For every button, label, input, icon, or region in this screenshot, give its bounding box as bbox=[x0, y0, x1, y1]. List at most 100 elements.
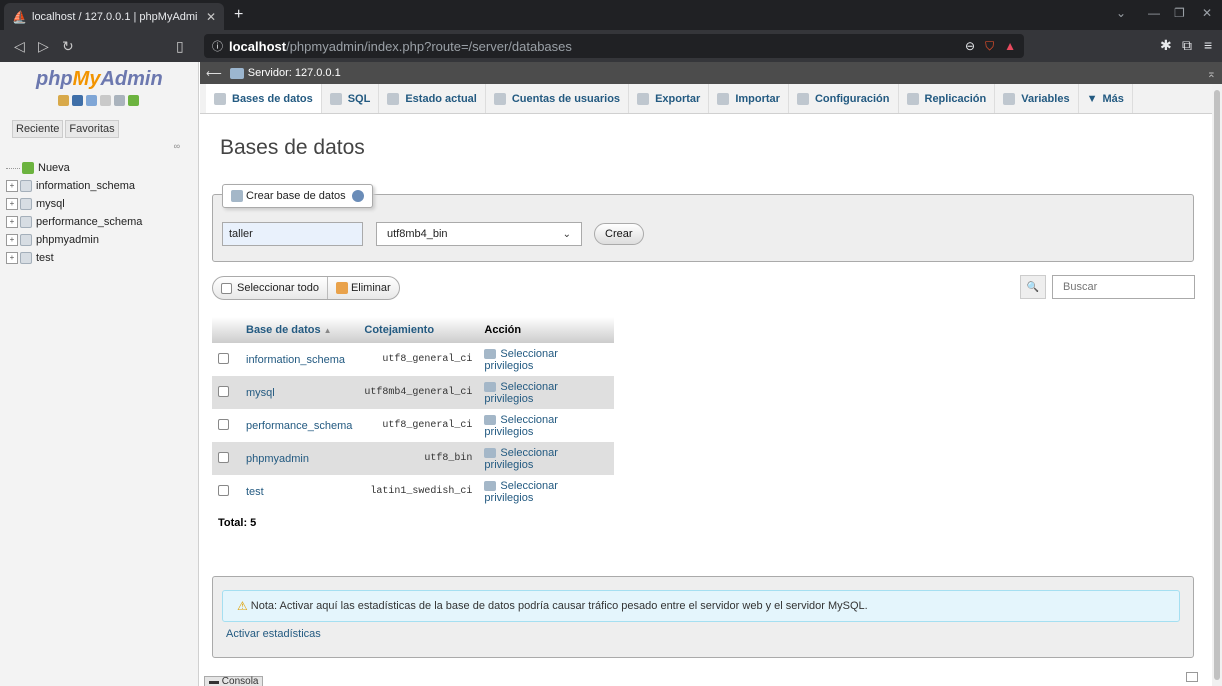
export-icon bbox=[637, 92, 650, 105]
row-checkbox[interactable] bbox=[218, 451, 229, 463]
create-button[interactable]: Crear bbox=[594, 223, 644, 245]
tab-search-chevron-icon[interactable]: ⌄ bbox=[1116, 6, 1126, 20]
reload-nav-icon[interactable] bbox=[128, 95, 139, 106]
tree-item-information-schema[interactable]: + information_schema bbox=[6, 177, 142, 195]
tab-more[interactable]: ▼ Más bbox=[1079, 84, 1133, 113]
expand-icon[interactable]: + bbox=[6, 198, 18, 210]
tab-sql[interactable]: SQL bbox=[322, 84, 380, 113]
database-icon bbox=[20, 234, 32, 246]
console-toggle[interactable]: ▬ Consola bbox=[204, 676, 264, 686]
expand-icon[interactable]: + bbox=[6, 252, 18, 264]
database-link[interactable]: information_schema bbox=[240, 343, 359, 376]
new-db-icon bbox=[22, 162, 34, 174]
row-checkbox[interactable] bbox=[218, 418, 229, 430]
wrench-icon bbox=[796, 92, 809, 105]
tab-recent[interactable]: Reciente bbox=[12, 120, 64, 138]
tab-settings[interactable]: Configuración bbox=[789, 84, 899, 113]
column-header-database[interactable]: Base de datos ▲ bbox=[240, 317, 359, 343]
collapse-menu-icon[interactable]: ⌅ bbox=[1207, 67, 1216, 80]
column-header-collation[interactable]: Cotejamiento bbox=[358, 317, 479, 343]
row-checkbox[interactable] bbox=[218, 352, 229, 364]
maximize-icon[interactable]: ❐ bbox=[1174, 6, 1185, 20]
server-icon bbox=[229, 67, 244, 79]
databases-table: Base de datos ▲ Cotejamiento Acción info… bbox=[212, 317, 614, 538]
tab-user-accounts[interactable]: Cuentas de usuarios bbox=[486, 84, 630, 113]
expand-icon[interactable]: + bbox=[6, 234, 18, 246]
forward-icon[interactable]: ▷ bbox=[38, 38, 49, 55]
database-link[interactable]: phpmyadmin bbox=[240, 442, 359, 475]
row-checkbox[interactable] bbox=[218, 385, 229, 397]
checkbox[interactable] bbox=[221, 282, 232, 294]
tree-item-new[interactable]: Nueva bbox=[6, 159, 142, 177]
collapse-nav-icon[interactable]: ⟵ bbox=[206, 67, 222, 80]
close-tab-icon[interactable]: ✕ bbox=[206, 10, 216, 24]
database-link[interactable]: test bbox=[240, 475, 359, 508]
notice-message: ⚠ Nota: Activar aquí las estadísticas de… bbox=[222, 590, 1180, 622]
home-icon[interactable] bbox=[58, 95, 69, 106]
tree-item-phpmyadmin[interactable]: + phpmyadmin bbox=[6, 231, 142, 249]
help-icon[interactable] bbox=[86, 95, 97, 106]
bookmark-icon[interactable]: ▯ bbox=[176, 38, 184, 55]
server-link[interactable]: Servidor: 127.0.0.1 bbox=[248, 67, 341, 79]
delete-button[interactable]: Eliminar bbox=[328, 277, 399, 299]
link-icon[interactable]: ∞ bbox=[174, 141, 180, 151]
tree-item-performance-schema[interactable]: + performance_schema bbox=[6, 213, 142, 231]
table-row: information_schema utf8_general_ci Selec… bbox=[212, 343, 614, 376]
breadcrumb: ⟵ Servidor: 127.0.0.1 ⌅ bbox=[200, 62, 1222, 84]
collation-value: utf8_general_ci bbox=[358, 343, 479, 376]
brave-shields-icon[interactable]: ⛉ bbox=[985, 39, 994, 54]
menu-icon[interactable]: ≡ bbox=[1204, 37, 1212, 53]
enable-statistics-link[interactable]: Activar estadísticas bbox=[226, 628, 321, 640]
privileges-icon bbox=[484, 414, 497, 425]
table-row: mysql utf8mb4_general_ci Seleccionar pri… bbox=[212, 376, 614, 409]
search-input[interactable] bbox=[1052, 275, 1195, 299]
sidebar-toggle-icon[interactable]: ⧉ bbox=[1182, 37, 1192, 54]
database-name-input[interactable] bbox=[222, 222, 363, 246]
extensions-icon[interactable]: ✱ bbox=[1160, 37, 1172, 54]
docs-icon[interactable] bbox=[100, 95, 111, 106]
tab-replication[interactable]: Replicación bbox=[899, 84, 996, 113]
url-path: /phpmyadmin/index.php?route=/server/data… bbox=[286, 38, 572, 54]
zoom-icon[interactable]: ⊖ bbox=[965, 39, 975, 54]
tab-export[interactable]: Exportar bbox=[629, 84, 710, 113]
page-scrollbar[interactable] bbox=[1212, 84, 1222, 686]
tree-item-mysql[interactable]: + mysql bbox=[6, 195, 142, 213]
select-privileges-link[interactable]: Seleccionar privilegios bbox=[478, 409, 614, 442]
expand-icon[interactable]: + bbox=[6, 180, 18, 192]
select-privileges-link[interactable]: Seleccionar privilegios bbox=[478, 376, 614, 409]
console-options-icon[interactable] bbox=[1186, 672, 1198, 682]
close-window-icon[interactable]: ✕ bbox=[1202, 6, 1212, 20]
minimize-icon[interactable]: — bbox=[1148, 6, 1160, 20]
database-icon bbox=[20, 180, 32, 192]
brave-rewards-icon[interactable]: ▲ bbox=[1004, 39, 1016, 54]
select-privileges-link[interactable]: Seleccionar privilegios bbox=[478, 475, 614, 508]
help-icon[interactable] bbox=[351, 190, 364, 202]
select-privileges-link[interactable]: Seleccionar privilegios bbox=[478, 442, 614, 475]
tab-databases[interactable]: Bases de datos bbox=[206, 84, 322, 113]
info-icon[interactable]: ⓘ bbox=[212, 38, 223, 54]
tab-variables[interactable]: Variables bbox=[995, 84, 1079, 113]
url-input[interactable]: ⓘ localhost /phpmyadmin/index.php?route=… bbox=[204, 34, 1024, 58]
collation-value: utf8_general_ci bbox=[358, 409, 479, 442]
database-link[interactable]: performance_schema bbox=[240, 409, 359, 442]
tree-item-test[interactable]: + test bbox=[6, 249, 142, 267]
expand-icon[interactable]: + bbox=[6, 216, 18, 228]
browser-tab[interactable]: ⛵ localhost / 127.0.0.1 | phpMyAdmi ✕ bbox=[4, 3, 224, 30]
new-tab-icon[interactable]: + bbox=[234, 6, 243, 24]
reload-icon[interactable]: ↻ bbox=[62, 38, 74, 55]
settings-icon[interactable] bbox=[114, 95, 125, 106]
collation-select[interactable]: utf8mb4_bin ⌄ bbox=[376, 222, 582, 246]
phpmyadmin-logo[interactable]: phpMyAdmin bbox=[36, 68, 163, 91]
tab-import[interactable]: Importar bbox=[709, 84, 789, 113]
select-all-checkbox[interactable]: Seleccionar todo bbox=[213, 277, 327, 299]
navigation-sidebar: phpMyAdmin Reciente Favoritas ∞ Nueva + i… bbox=[0, 62, 199, 686]
import-icon bbox=[717, 92, 730, 105]
logout-icon[interactable] bbox=[72, 95, 83, 106]
select-privileges-link[interactable]: Seleccionar privilegios bbox=[478, 343, 614, 376]
tab-status[interactable]: Estado actual bbox=[379, 84, 486, 113]
row-checkbox[interactable] bbox=[218, 484, 229, 496]
back-icon[interactable]: ◁ bbox=[14, 38, 25, 55]
tab-favorites[interactable]: Favoritas bbox=[65, 120, 119, 138]
database-icon bbox=[20, 216, 32, 228]
database-link[interactable]: mysql bbox=[240, 376, 359, 409]
